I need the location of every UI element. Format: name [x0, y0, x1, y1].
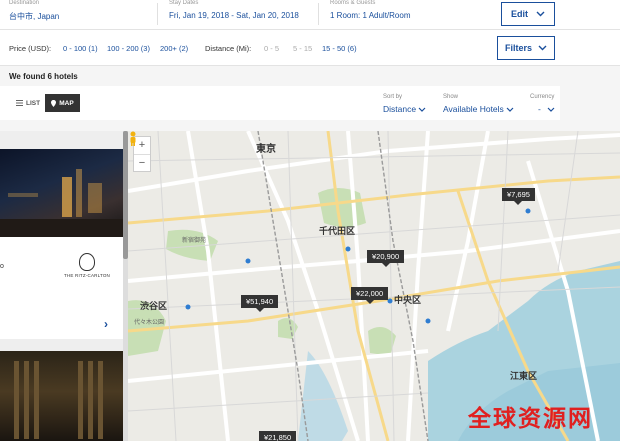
results-count: We found 6 hotels [9, 72, 78, 81]
list-view-button[interactable]: LIST [12, 95, 44, 111]
rooms-guests-value: 1 Room: 1 Adult/Room [330, 11, 411, 20]
sort-value: Distance [383, 104, 417, 114]
divider [157, 3, 158, 25]
currency-value: - [538, 104, 541, 114]
destination-value: 台中市, Japan [9, 12, 60, 21]
show-select[interactable]: Available Hotels [443, 104, 514, 114]
show-value: Available Hotels [443, 104, 504, 114]
watermark: 全球资源网 [468, 405, 593, 431]
hotel-label-fragment: o [0, 263, 4, 270]
distance-label: Distance (Mi): [205, 44, 252, 53]
hotel-photo [0, 149, 123, 237]
list-view-label: LIST [26, 99, 41, 107]
chevron-down-icon [506, 107, 514, 112]
chevron-down-icon [536, 11, 545, 17]
view-controls-bar: LIST MAP Sort by Distance Show Available… [0, 86, 560, 120]
price-option-100-200[interactable]: 100 - 200 (3) [107, 44, 150, 53]
hotel-price-marker[interactable]: ¥51,940 [241, 295, 279, 312]
map-view-label: MAP [59, 99, 74, 107]
chevron-down-icon [418, 107, 426, 112]
map-view-button[interactable]: MAP [45, 94, 80, 112]
hotel-price-marker[interactable]: ¥20,900 [367, 250, 405, 267]
brand-name: THE RITZ-CARLTON [63, 273, 111, 278]
place-label-yoyogi: 代々木公園 [134, 320, 165, 326]
sort-label: Sort by [383, 94, 403, 100]
place-label-koto: 江東区 [510, 371, 538, 381]
zoom-out-button[interactable]: − [134, 154, 150, 171]
hotel-card[interactable]: o THE RITZ-CARLTON › [0, 149, 123, 339]
chevron-down-icon [547, 107, 555, 112]
place-label-shinjuku-gyoen: 新宿御苑 [182, 238, 207, 244]
place-label-chuo: 中央区 [394, 295, 422, 305]
ritz-carlton-logo: THE RITZ-CARLTON [62, 253, 112, 278]
divider [318, 3, 319, 25]
hotel-card[interactable] [0, 351, 123, 441]
sort-select[interactable]: Distance [383, 104, 426, 114]
edit-label: Edit [511, 9, 528, 19]
chevron-right-icon[interactable]: › [104, 317, 108, 331]
stay-dates-label: Stay Dates [169, 0, 199, 6]
filter-bar: Price (USD): 0 - 100 (1) 100 - 200 (3) 2… [0, 30, 620, 66]
hotel-price-marker[interactable]: ¥22,000 [351, 287, 389, 304]
search-summary-bar: Destination 台中市, Japan Stay Dates Fri, J… [0, 0, 620, 30]
price-option-200-plus[interactable]: 200+ (2) [160, 44, 188, 53]
place-label-chiyoda: 千代田区 [319, 226, 356, 236]
currency-label: Currency [530, 94, 555, 100]
edit-button[interactable]: Edit [501, 2, 555, 26]
place-label-shibuya: 渋谷区 [140, 301, 168, 311]
chevron-down-icon [538, 45, 547, 51]
distance-option-15-50[interactable]: 15 - 50 (6) [322, 44, 357, 53]
street-view-pegman-icon[interactable] [128, 131, 138, 147]
stay-dates-value: Fri, Jan 19, 2018 - Sat, Jan 20, 2018 [169, 11, 299, 20]
distance-option-0-5: 0 - 5 [264, 44, 280, 53]
map-view[interactable]: + − 東京 千代田区 中央区 渋谷区 江東区 新宿御苑 代々木公園 ¥7,69… [128, 131, 620, 441]
list-icon [16, 100, 23, 106]
rooms-guests-label: Rooms & Guests [330, 0, 376, 6]
map-pin-icon [51, 99, 57, 107]
hotel-price-marker[interactable]: ¥21,850 [259, 431, 297, 441]
destination-label: Destination [9, 0, 40, 6]
price-option-0-100[interactable]: 0 - 100 (1) [63, 44, 98, 53]
lion-crest-icon [79, 253, 95, 271]
price-label: Price (USD): [9, 44, 52, 53]
hotel-list[interactable]: o THE RITZ-CARLTON › [0, 131, 128, 441]
hotel-price-marker[interactable]: ¥7,695 [502, 188, 535, 205]
distance-option-5-15: 5 - 15 [293, 44, 313, 53]
map-canvas [128, 131, 620, 441]
hotel-photo [0, 351, 123, 441]
place-label-tokyo: 東京 [256, 144, 276, 155]
filters-label: Filters [504, 43, 532, 53]
show-label: Show [443, 94, 459, 100]
currency-select[interactable]: - [538, 104, 555, 114]
filters-button[interactable]: Filters [497, 36, 555, 60]
